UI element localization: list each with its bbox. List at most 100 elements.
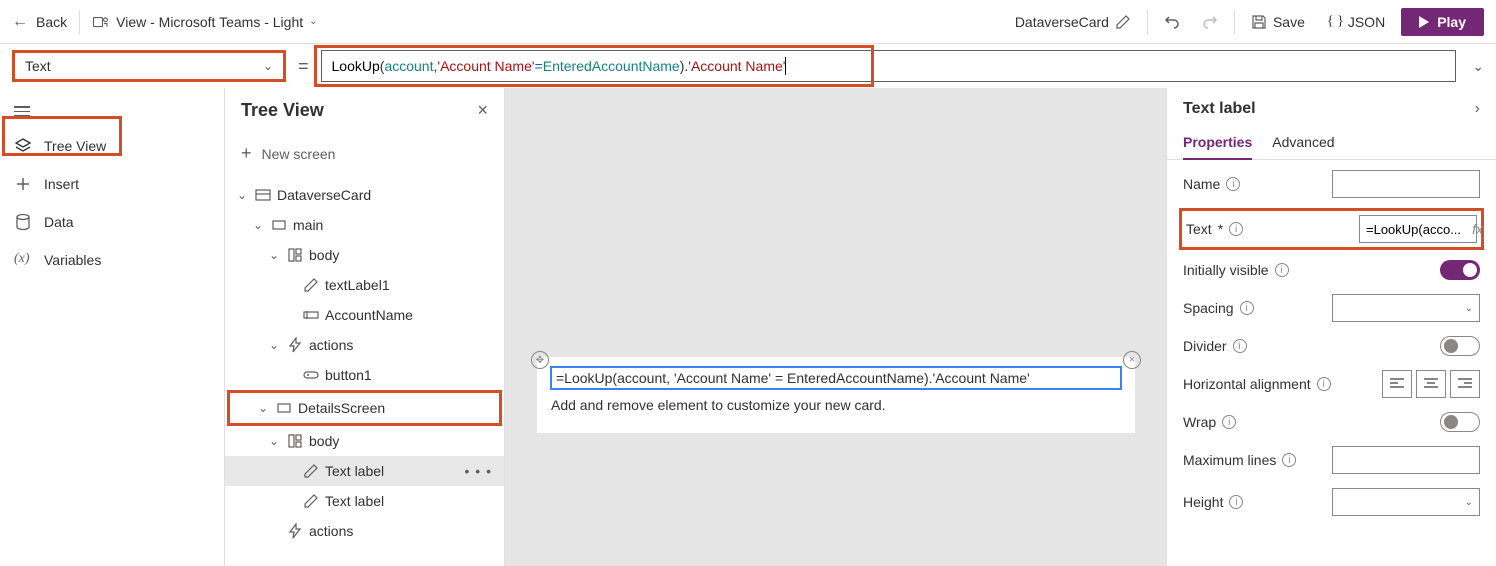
tree-item-icon — [303, 463, 319, 479]
chevron-down-icon[interactable]: ⌄ — [267, 434, 281, 448]
prop-row-halign: Horizontal alignment i — [1183, 370, 1480, 398]
back-label: Back — [36, 14, 67, 30]
rail-label: Insert — [44, 176, 79, 192]
play-button[interactable]: Play — [1401, 8, 1484, 36]
play-icon — [1419, 16, 1429, 28]
wrap-toggle[interactable] — [1440, 412, 1480, 432]
info-icon[interactable]: i — [1229, 222, 1243, 236]
align-left-icon — [1390, 378, 1404, 390]
hamburger-button[interactable] — [0, 96, 42, 127]
maxlines-input[interactable] — [1332, 446, 1480, 474]
tab-properties[interactable]: Properties — [1183, 126, 1252, 160]
move-handle-icon[interactable]: ✥ — [531, 351, 549, 369]
chevron-down-icon[interactable]: ⌄ — [267, 338, 281, 352]
tree-item-button1[interactable]: button1 — [225, 360, 504, 390]
tree-item-main[interactable]: ⌄main — [225, 210, 504, 240]
plus-icon — [14, 175, 32, 193]
chevron-down-icon[interactable]: ⌄ — [235, 188, 249, 202]
visible-toggle[interactable] — [1440, 260, 1480, 280]
chevron-down-icon: ⌄ — [263, 59, 273, 73]
braces-icon: { } — [1327, 14, 1344, 30]
prop-row-maxlines: Maximum lines i — [1183, 446, 1480, 474]
json-button[interactable]: { } JSON — [1321, 10, 1391, 34]
undo-button[interactable] — [1158, 10, 1186, 34]
chevron-down-icon[interactable]: ⌄ — [251, 218, 265, 232]
align-right-button[interactable] — [1450, 370, 1480, 398]
rail-data[interactable]: Data — [0, 203, 224, 241]
card-preview[interactable]: ✥ × =LookUp(account, 'Account Name' = En… — [537, 357, 1135, 433]
chevron-down-icon[interactable]: ⌄ — [267, 248, 281, 262]
more-button[interactable]: • • • — [465, 463, 492, 479]
collapse-panel-button[interactable]: › — [1475, 100, 1480, 118]
view-selector[interactable]: View - Microsoft Teams - Light ⌄ — [92, 13, 317, 31]
remove-element-button[interactable]: × — [1123, 351, 1141, 369]
card-name-button[interactable]: DataverseCard — [1009, 10, 1137, 34]
tree-item-label: body — [309, 247, 339, 263]
tree-item-label: DataverseCard — [277, 187, 371, 203]
align-center-button[interactable] — [1416, 370, 1446, 398]
formula-input[interactable]: LookUp(account, 'Account Name' = Entered… — [321, 50, 1457, 82]
tree-item-text-label[interactable]: Text label — [225, 486, 504, 516]
tree-item-textlabel1[interactable]: textLabel1 — [225, 270, 504, 300]
prop-row-spacing: Spacing i ⌄ — [1183, 294, 1480, 322]
card-name-text: DataverseCard — [1015, 14, 1109, 30]
save-button[interactable]: Save — [1245, 10, 1311, 34]
tree-list: ⌄DataverseCard⌄main⌄bodytextLabel1Accoun… — [225, 174, 504, 566]
tree-item-label: body — [309, 433, 339, 449]
tree-item-icon — [303, 277, 319, 293]
new-screen-button[interactable]: + New screen — [225, 133, 504, 174]
selected-text-label[interactable]: =LookUp(account, 'Account Name' = Entere… — [551, 367, 1121, 389]
info-icon[interactable]: i — [1229, 495, 1243, 509]
height-select[interactable]: ⌄ — [1332, 488, 1480, 516]
tree-item-actions[interactable]: actions — [225, 516, 504, 546]
equals-sign: = — [294, 56, 313, 77]
tree-item-body[interactable]: ⌄ body — [225, 426, 504, 456]
rail-insert[interactable]: Insert — [0, 165, 224, 203]
fx-button[interactable]: fx — [1472, 221, 1483, 237]
tree-item-body[interactable]: ⌄ body — [225, 240, 504, 270]
text-input[interactable] — [1359, 215, 1477, 243]
tree-item-label: Text label — [325, 463, 384, 479]
tree-item-icon — [303, 367, 319, 383]
info-icon[interactable]: i — [1317, 377, 1331, 391]
rail-variables[interactable]: (x) Variables — [0, 241, 224, 279]
info-icon[interactable]: i — [1226, 177, 1240, 191]
play-label: Play — [1437, 14, 1466, 30]
close-tree-button[interactable]: × — [477, 100, 488, 121]
back-button[interactable]: ← Back — [12, 13, 67, 31]
spacing-select[interactable]: ⌄ — [1332, 294, 1480, 322]
info-icon[interactable]: i — [1275, 263, 1289, 277]
divider-toggle[interactable] — [1440, 336, 1480, 356]
tree-item-detailsscreen[interactable]: ⌄DetailsScreen — [227, 390, 502, 426]
formula-expand-button[interactable]: ⌄ — [1472, 58, 1484, 75]
canvas[interactable]: ✥ × =LookUp(account, 'Account Name' = En… — [505, 88, 1166, 566]
redo-icon — [1202, 14, 1218, 30]
tree-item-actions[interactable]: ⌄actions — [225, 330, 504, 360]
tab-advanced[interactable]: Advanced — [1272, 126, 1334, 159]
chevron-down-icon[interactable]: ⌄ — [256, 401, 270, 415]
tree-item-icon — [287, 523, 303, 539]
tree-item-accountname[interactable]: AccountName — [225, 300, 504, 330]
layers-icon — [14, 137, 32, 155]
tree-item-icon — [255, 187, 271, 203]
divider — [79, 10, 80, 34]
align-center-icon — [1424, 378, 1438, 390]
info-icon[interactable]: i — [1222, 415, 1236, 429]
redo-button[interactable] — [1196, 10, 1224, 34]
info-icon[interactable]: i — [1282, 453, 1296, 467]
divider — [1147, 10, 1148, 34]
rail-tree-view[interactable]: Tree View — [0, 127, 224, 165]
property-selector[interactable]: Text ⌄ — [12, 50, 286, 82]
info-icon[interactable]: i — [1233, 339, 1247, 353]
tree-item-icon — [303, 307, 319, 323]
tree-item-label: actions — [309, 523, 353, 539]
tree-item-icon — [303, 493, 319, 509]
plus-icon: + — [241, 143, 252, 164]
info-icon[interactable]: i — [1240, 301, 1254, 315]
divider — [1234, 10, 1235, 34]
tree-item-text-label[interactable]: Text label • • • — [225, 456, 504, 486]
tree-item-dataversecard[interactable]: ⌄ DataverseCard — [225, 180, 504, 210]
top-bar: ← Back View - Microsoft Teams - Light ⌄ … — [0, 0, 1496, 44]
align-left-button[interactable] — [1382, 370, 1412, 398]
name-input[interactable] — [1332, 170, 1480, 198]
